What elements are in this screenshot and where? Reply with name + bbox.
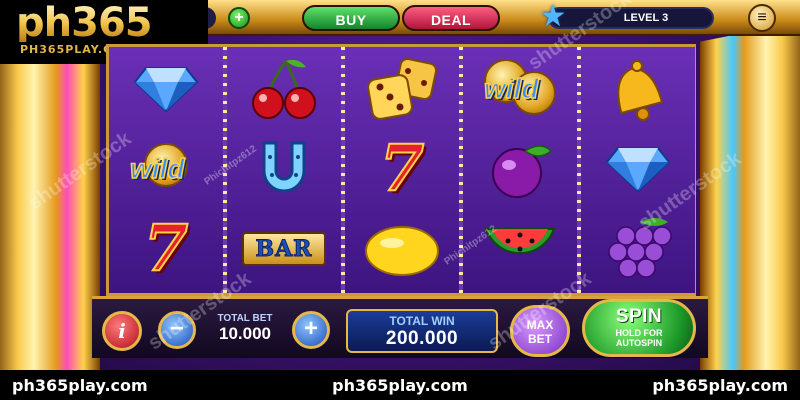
grapes-icon — [608, 218, 672, 278]
bell-symbol — [588, 51, 688, 127]
wild-coin-icon: wild — [478, 59, 562, 119]
footer-link[interactable]: ph365play.com — [332, 376, 468, 395]
diamond-symbol — [116, 51, 216, 127]
total-win-label: TOTAL WIN — [389, 314, 455, 328]
watermelon-icon — [484, 228, 556, 255]
right-gold-pillar — [700, 20, 800, 380]
spin-label: SPIN — [615, 306, 663, 327]
star-icon: ★ — [539, 0, 567, 33]
reel-3: 7 — [345, 47, 459, 293]
spin-button[interactable]: SPIN HOLD FOR AUTOSPIN — [582, 299, 696, 357]
max-bet-button[interactable]: MAX BET — [510, 305, 570, 357]
seven-symbol: 7 — [379, 131, 426, 206]
wild-coin-icon: wild — [124, 139, 208, 199]
diamond-icon — [606, 147, 670, 192]
lemon-icon — [365, 226, 439, 276]
reel-5 — [581, 47, 695, 293]
cherries-symbol — [234, 51, 334, 127]
max-bet-line1: MAX — [526, 318, 554, 332]
grapes-symbol — [588, 211, 688, 287]
max-bet-line2: BET — [528, 332, 552, 346]
decrease-bet-button[interactable]: − — [158, 311, 196, 349]
buy-button[interactable]: BUY — [302, 5, 400, 31]
watermelon-symbol — [470, 211, 570, 287]
left-gold-pillar — [0, 20, 100, 380]
total-bet-value: 10.000 — [219, 324, 271, 343]
add-coins-button[interactable]: + — [228, 7, 250, 29]
total-bet-label: TOTAL BET — [217, 313, 273, 324]
top-bar: + BUY DEAL LEVEL 3 ★ ≡ — [180, 0, 800, 36]
wild-symbol: wild — [116, 131, 216, 207]
bar-icon: BAR — [242, 232, 326, 266]
plum-icon — [492, 145, 553, 198]
horseshoe-symbol — [234, 131, 334, 207]
footer-link[interactable]: ph365play.com — [12, 376, 148, 395]
total-win-display: TOTAL WIN 200.000 — [346, 309, 498, 353]
bar-symbol: BAR — [234, 211, 334, 287]
reel-2: BAR — [227, 47, 341, 293]
deal-button[interactable]: DEAL — [402, 5, 500, 31]
diamond-symbol — [588, 131, 688, 207]
footer-bar: ph365play.com ph365play.com ph365play.co… — [0, 370, 800, 400]
total-win-value: 200.000 — [385, 328, 459, 349]
menu-button[interactable]: ≡ — [748, 4, 776, 32]
footer-link[interactable]: ph365play.com — [652, 376, 788, 395]
increase-bet-button[interactable]: + — [292, 311, 330, 349]
seven-symbol: 7 — [143, 211, 190, 286]
control-panel: i − TOTAL BET 10.000 + TOTAL WIN 200.000… — [92, 296, 708, 358]
reel-area: wild 7 BAR 7 wild — [106, 44, 696, 296]
horseshoe-icon — [262, 141, 306, 193]
info-button[interactable]: i — [102, 311, 142, 351]
plum-symbol — [470, 131, 570, 207]
lemon-symbol — [352, 211, 452, 287]
level-indicator: LEVEL 3 — [548, 7, 714, 29]
dice-symbol — [352, 51, 452, 127]
reel-4: wild — [463, 47, 577, 293]
logo-text: ph365 — [16, 3, 208, 43]
wild-symbol: wild — [470, 51, 570, 127]
cherries-icon — [252, 59, 316, 119]
diamond-icon — [134, 67, 198, 112]
slot-game-screen: + BUY DEAL LEVEL 3 ★ ≡ ph365 PH365PLAY.C… — [0, 0, 800, 400]
spin-sublabel: HOLD FOR AUTOSPIN — [615, 328, 663, 348]
bell-icon — [617, 60, 664, 121]
total-bet-display: TOTAL BET 10.000 — [200, 313, 290, 347]
reel-1: wild 7 — [109, 47, 223, 293]
dice-icon — [367, 57, 438, 120]
